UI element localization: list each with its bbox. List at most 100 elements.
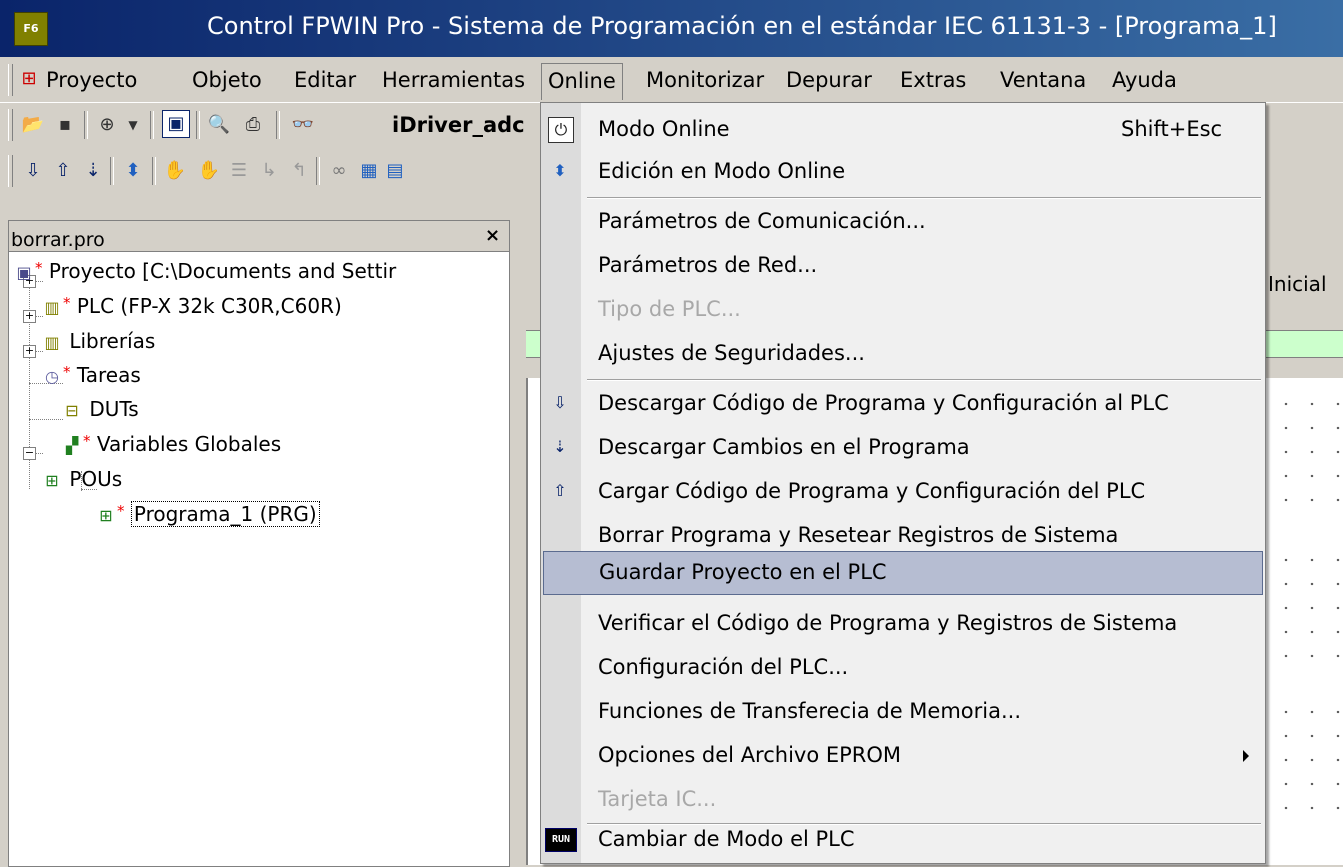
menu-item-label: Verificar el Código de Programa y Regist…	[598, 611, 1178, 635]
menu-item-transferencia-memoria[interactable]: Funciones de Transferecia de Memoria...	[541, 691, 1265, 733]
modified-marker: *	[63, 294, 71, 312]
collapse-toggle[interactable]: −	[23, 447, 36, 460]
menu-item-label: Configuración del PLC...	[598, 655, 849, 679]
online-edit-icon: ⬍	[553, 161, 567, 180]
menubar-grip[interactable]	[8, 64, 13, 96]
hand-icon[interactable]: ✋	[162, 158, 188, 184]
tree-item-duts[interactable]: ⊟ DUTs	[61, 397, 139, 421]
toolbar-separator	[110, 157, 114, 185]
toolbar-separator	[150, 111, 154, 139]
menu-item-descargar-codigo[interactable]: ⇩ Descargar Código de Programa y Configu…	[541, 383, 1265, 425]
close-icon[interactable]: ×	[485, 225, 500, 246]
glasses-icon[interactable]: ∞	[326, 158, 352, 184]
program-icon: ⊞	[99, 505, 113, 525]
window-toggle-icon[interactable]: ▣	[162, 110, 190, 138]
download-changes-icon[interactable]: ⇣	[80, 158, 106, 184]
tree-item-libraries[interactable]: ▥ Librerías	[41, 329, 155, 353]
menu-herramientas[interactable]: Herramientas	[376, 65, 531, 95]
tree-item-project[interactable]: ▣ * Proyecto [C:\Documents and Settir	[13, 259, 396, 283]
binoculars-icon[interactable]: 👓	[290, 112, 316, 138]
tree-item-tasks[interactable]: ◷ * Tareas	[41, 363, 141, 387]
hand-stop-icon[interactable]: ✋	[196, 158, 222, 184]
menu-editar[interactable]: Editar	[288, 65, 362, 95]
dropdown-arrow-icon[interactable]: ▼	[120, 112, 146, 138]
menu-item-label: Tarjeta IC...	[598, 787, 717, 811]
download-changes-icon: ⇣	[553, 437, 567, 456]
toolbar-grip[interactable]	[8, 155, 13, 187]
print-preview-icon[interactable]: 🔍	[206, 112, 232, 138]
duts-icon: ⊟	[65, 400, 79, 420]
tree-item-label: DUTs	[89, 397, 139, 421]
tree-item-program-1[interactable]: ⊞ * Programa_1 (PRG)	[95, 501, 320, 527]
toolbar-grip[interactable]	[8, 109, 13, 141]
expand-toggle[interactable]: +	[23, 345, 36, 358]
menu-item-label: Modo Online	[598, 117, 730, 141]
menu-monitorizar[interactable]: Monitorizar	[640, 65, 770, 95]
network-icon[interactable]: ⊕	[94, 112, 120, 138]
tasks-icon: ◷	[45, 366, 59, 386]
online-edit-icon[interactable]: ⬍	[120, 158, 146, 184]
tree-item-pous[interactable]: ⊞ POUs	[41, 467, 122, 491]
download-icon: ⇩	[553, 393, 567, 412]
step-into-icon[interactable]: ↳	[256, 158, 282, 184]
menu-item-opciones-eprom[interactable]: Opciones del Archivo EPROM	[541, 735, 1265, 777]
driver-label[interactable]: iDriver_adc	[392, 113, 525, 137]
menu-objeto[interactable]: Objeto	[186, 65, 268, 95]
menu-proyecto[interactable]: Proyecto	[40, 65, 143, 95]
menu-item-cambiar-modo[interactable]: RUN Cambiar de Modo el PLC	[541, 819, 1265, 861]
menu-item-tarjeta-ic: Tarjeta IC...	[541, 779, 1265, 821]
save-icon[interactable]: ▪	[52, 112, 78, 138]
toolbar-separator	[152, 157, 156, 185]
menu-item-parametros-red[interactable]: Parámetros de Red...	[541, 245, 1265, 287]
step-out-icon[interactable]: ↰	[286, 158, 312, 184]
open-folder-icon[interactable]: 📂	[20, 112, 46, 138]
app-icon[interactable]: F6	[14, 12, 48, 46]
menu-bar: ⊞ Proyecto Objeto Editar Herramientas On…	[0, 58, 1343, 103]
expand-toggle[interactable]: +	[23, 310, 36, 323]
tree-item-label: Proyecto [C:\Documents and Settir	[48, 259, 397, 283]
toolbar-separator	[84, 111, 88, 139]
tree-item-label: POUs	[69, 467, 123, 491]
pous-icon: ⊞	[45, 470, 59, 490]
monitor-icon[interactable]: ▦	[356, 158, 382, 184]
modified-marker: *	[63, 363, 71, 381]
menu-item-modo-online[interactable]: ⏻ Modo Online Shift+Esc	[541, 109, 1265, 151]
modified-marker: *	[35, 259, 43, 277]
upload-program-icon[interactable]: ⇧	[50, 158, 76, 184]
menu-item-label: Descargar Cambios en el Programa	[598, 435, 970, 459]
menu-ayuda[interactable]: Ayuda	[1106, 65, 1183, 95]
list-icon[interactable]: ☰	[226, 158, 252, 184]
menu-item-ajustes-seguridades[interactable]: Ajustes de Seguridades...	[541, 333, 1265, 375]
menu-item-label: Parámetros de Red...	[598, 253, 818, 277]
menu-item-shortcut: Shift+Esc	[1121, 117, 1223, 141]
menu-item-descargar-cambios[interactable]: ⇣ Descargar Cambios en el Programa	[541, 427, 1265, 469]
menu-item-guardar-proyecto[interactable]: Guardar Proyecto en el PLC	[543, 551, 1263, 595]
tree-item-label: Tareas	[76, 363, 141, 387]
print-icon[interactable]: ⎙	[240, 112, 266, 138]
menu-item-configuracion-plc[interactable]: Configuración del PLC...	[541, 647, 1265, 689]
menu-separator	[587, 379, 1261, 381]
menu-item-edicion-online[interactable]: ⬍ Edición en Modo Online	[541, 151, 1265, 193]
menu-item-cargar-codigo[interactable]: ⇧ Cargar Código de Programa y Configurac…	[541, 471, 1265, 513]
menu-depurar[interactable]: Depurar	[780, 65, 878, 95]
menu-item-verificar-codigo[interactable]: Verificar el Código de Programa y Regist…	[541, 603, 1265, 645]
tree-item-label: Programa_1 (PRG)	[130, 501, 320, 527]
submenu-arrow-icon	[1243, 750, 1249, 762]
toolbar-separator	[196, 111, 200, 139]
menu-item-label: Descargar Código de Programa y Configura…	[598, 391, 1169, 415]
tree-item-label: Variables Globales	[96, 432, 282, 456]
project-menu-icon: ⊞	[21, 68, 37, 89]
run-icon: RUN	[545, 828, 577, 852]
menu-online[interactable]: Online	[541, 63, 623, 100]
menu-item-parametros-comunicacion[interactable]: Parámetros de Comunicación...	[541, 201, 1265, 243]
menu-item-label: Cargar Código de Programa y Configuració…	[598, 479, 1146, 503]
menu-ventana[interactable]: Ventana	[994, 65, 1092, 95]
tree-line	[29, 419, 63, 420]
monitor-list-icon[interactable]: ▤	[382, 158, 408, 184]
menu-item-label: Cambiar de Modo el PLC	[598, 827, 855, 851]
tree-item-plc[interactable]: ▥ * PLC (FP-X 32k C30R,C60R)	[41, 294, 341, 318]
tree-item-global-variables[interactable]: ▞ * Variables Globales	[61, 432, 281, 456]
menu-extras[interactable]: Extras	[894, 65, 972, 95]
download-program-icon[interactable]: ⇩	[20, 158, 46, 184]
window-title: Control FPWIN Pro - Sistema de Programac…	[207, 12, 1277, 40]
